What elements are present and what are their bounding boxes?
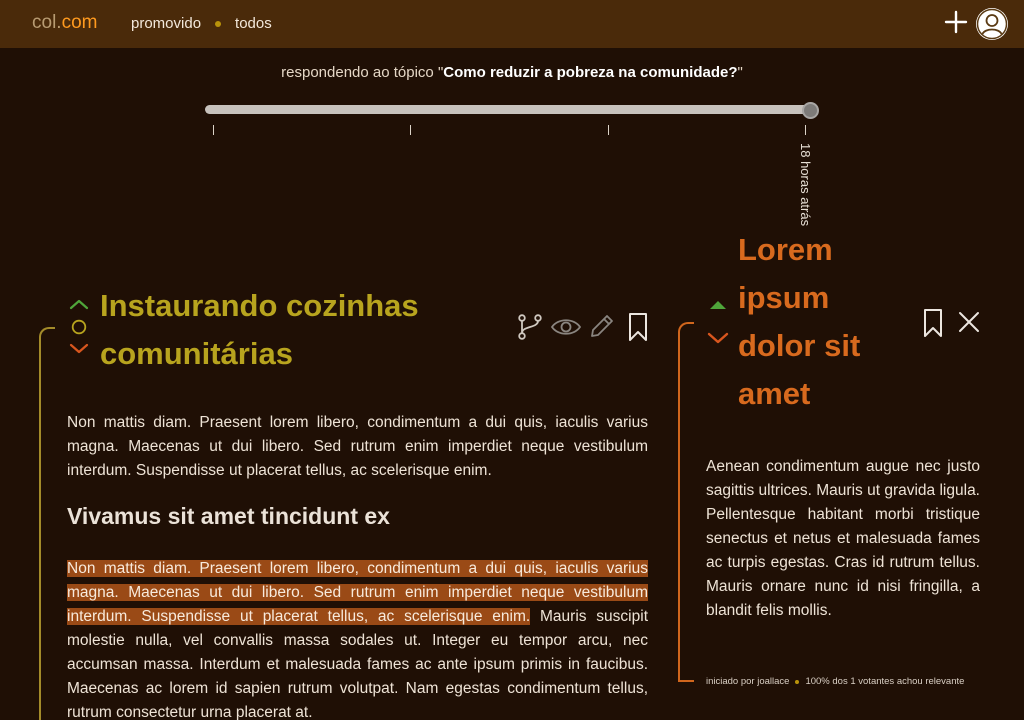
post-subheading: Vivamus sit amet tincidunt ex [67, 503, 390, 529]
post-paragraph: Non mattis diam. Praesent lorem libero, … [67, 414, 648, 479]
triangle-up-icon [710, 301, 726, 309]
post-title: Lorem ipsum dolor sit amet [738, 232, 861, 411]
post-paragraph: Non mattis diam. Praesent lorem libero, … [67, 557, 648, 720]
left-thread-line [39, 327, 55, 720]
close-icon [959, 312, 979, 332]
branch-icon [518, 314, 542, 340]
top-bar: col.com promovido todos [0, 0, 1024, 48]
timeline-time-label: 18 horas atrás [798, 143, 813, 227]
close-button[interactable] [957, 310, 981, 339]
chevron-down-icon [69, 343, 89, 354]
bookmark-button[interactable] [922, 308, 944, 343]
nav-todos[interactable]: todos [235, 15, 272, 32]
topic-suffix: " [737, 64, 743, 81]
user-icon [976, 8, 1008, 40]
edit-button[interactable] [588, 312, 616, 345]
timeline-tick [805, 125, 806, 135]
post-meta: iniciado por joallace 100% dos 1 votante… [706, 676, 964, 687]
eye-icon [550, 319, 582, 335]
upvote-button[interactable] [69, 297, 89, 316]
circle-icon [71, 319, 87, 335]
avatar[interactable] [976, 8, 1008, 40]
topic-prefix: respondendo ao tópico " [281, 64, 444, 81]
started-by[interactable]: iniciado por joallace [706, 676, 789, 687]
post-title: Instaurando cozinhas comunitárias [100, 288, 419, 371]
relevance-stat: 100% dos 1 votantes achou relevante [805, 676, 965, 687]
upvote-button[interactable] [708, 298, 728, 317]
main-nav: promovido todos [131, 15, 272, 32]
chevron-up-icon [69, 299, 89, 310]
timeline-handle[interactable] [802, 102, 819, 119]
downvote-button[interactable] [69, 342, 89, 361]
logo-part1: col. [32, 12, 62, 33]
logo[interactable]: col.com [32, 12, 97, 34]
nav-promovido[interactable]: promovido [131, 15, 201, 32]
neutral-vote-button[interactable] [71, 319, 87, 340]
nav-separator [215, 20, 222, 27]
timeline-tick [608, 125, 609, 135]
downvote-button[interactable] [707, 331, 729, 350]
topic-line: respondendo ao tópico "Como reduzir a po… [0, 64, 1024, 81]
bookmark-icon [629, 313, 647, 341]
meta-separator [795, 679, 800, 684]
logo-part2: com [61, 12, 98, 33]
timeline-track[interactable] [205, 105, 811, 114]
right-thread-line [678, 322, 694, 682]
view-button[interactable] [550, 316, 582, 343]
plus-icon [944, 10, 968, 34]
chevron-down-icon [707, 332, 729, 344]
bookmark-button[interactable] [627, 312, 649, 347]
fork-button[interactable] [517, 314, 543, 345]
pencil-icon [591, 315, 613, 337]
bookmark-icon [924, 309, 942, 337]
timeline-tick [213, 125, 214, 135]
topic-title[interactable]: Como reduzir a pobreza na comunidade? [443, 64, 737, 81]
post-paragraph: Aenean condimentum augue nec justo sagit… [706, 458, 980, 619]
new-post-button[interactable] [944, 10, 968, 34]
timeline-tick [410, 125, 411, 135]
